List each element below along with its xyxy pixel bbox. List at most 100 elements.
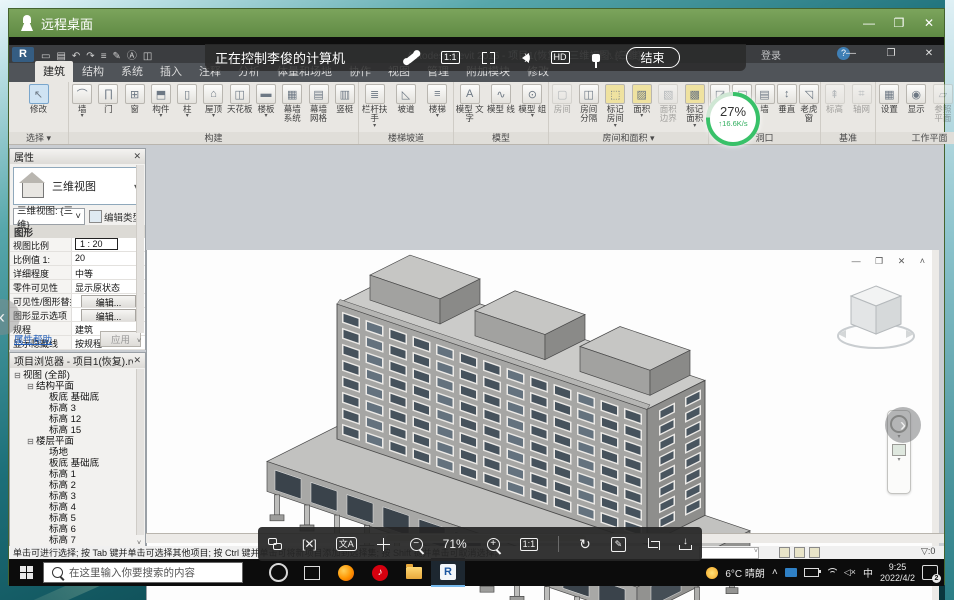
volume-muted-icon[interactable]: ◁× — [844, 567, 856, 578]
zoom-out-button[interactable]: − — [410, 538, 423, 551]
chevron-down-icon[interactable]: ▾ — [373, 124, 376, 128]
ribbon-button-楼梯[interactable]: ≡楼梯▾ — [422, 84, 453, 118]
chevron-down-icon[interactable]: ▾ — [640, 114, 643, 118]
ribbon-button-垂直[interactable]: ↕垂直 — [776, 84, 798, 114]
instance-selector[interactable]: 三维视图: {三维} ˅ — [13, 208, 85, 225]
ribbon-button-设置[interactable]: ▦设置 — [876, 84, 903, 114]
revit-close-button[interactable]: ✕ — [916, 46, 942, 62]
audio-button[interactable] — [517, 53, 529, 63]
ribbon-button-幕墙系统[interactable]: ▦幕墙 系统 — [279, 84, 305, 124]
chevron-down-icon[interactable]: ▾ — [186, 114, 189, 118]
property-value[interactable]: 显示原状态 — [72, 280, 145, 293]
clock[interactable]: 9:252022/4/2 — [880, 562, 915, 583]
ribbon-button-显示[interactable]: ◉显示 — [903, 84, 930, 114]
property-row[interactable]: 视图比例1 : 20 — [10, 238, 145, 252]
ribbon-button-墙[interactable]: ⌒墙▾ — [69, 84, 95, 118]
ribbon-button-柱[interactable]: ▯柱▾ — [174, 84, 200, 118]
qat-icon[interactable]: ↶ — [72, 51, 80, 62]
quick-access-toolbar[interactable]: ▭▤↶↷≡✎Ⓐ◫ — [38, 47, 155, 62]
ribbon-button-房间分隔[interactable]: ◫房间 分隔 — [576, 84, 603, 124]
tree-item[interactable]: 标高 5 — [12, 513, 145, 524]
window-minimize-button[interactable]: — — [854, 9, 884, 37]
chevron-down-icon[interactable]: ▾ — [897, 456, 900, 463]
property-value[interactable]: 1 : 20 — [72, 238, 145, 251]
ribbon-tab-结构[interactable]: 结构 — [74, 61, 112, 82]
ribbon-button-模型组[interactable]: ⊙模型 组▾ — [517, 84, 548, 118]
ribbon-button-楼板[interactable]: ▬楼板▾ — [253, 84, 279, 118]
qat-icon[interactable]: ▤ — [56, 51, 65, 62]
tree-item[interactable]: 场地 — [12, 447, 145, 458]
window-maximize-button[interactable]: ❐ — [884, 9, 914, 37]
property-value[interactable]: 编辑... — [72, 294, 145, 307]
window-close-button[interactable]: ✕ — [914, 9, 944, 37]
ribbon-button-栏杆扶手[interactable]: ≣栏杆扶手▾ — [359, 84, 390, 128]
speed-badge[interactable]: 27% ↑16.6K/s — [706, 92, 760, 146]
save-button[interactable]: ↓ — [679, 538, 692, 550]
project-browser-header[interactable]: 项目浏览器 - 项目1(恢复).rvt ✕ — [10, 353, 145, 368]
music-app-button[interactable]: ♪ — [363, 559, 397, 586]
chevron-down-icon[interactable]: ▾ — [81, 114, 84, 118]
type-selector[interactable]: 三维视图 ▾ — [13, 167, 142, 205]
extract-text-button[interactable]: [✕] — [302, 537, 316, 551]
section-graphics[interactable]: 图形 ˄ — [10, 225, 145, 238]
tree-item[interactable]: 标高 2 — [12, 480, 145, 491]
rotate-button[interactable]: ↻ — [579, 536, 591, 553]
hd-button[interactable]: HD — [551, 51, 570, 64]
design-option-combo[interactable]: ˅ — [699, 547, 759, 559]
start-button[interactable] — [9, 559, 43, 586]
edit-button[interactable]: ✎ — [611, 537, 626, 552]
ribbon-button-参照平面[interactable]: ▱参照 平面 — [930, 84, 954, 124]
apply-button[interactable]: 应用 — [100, 331, 141, 347]
properties-header[interactable]: 属性 ✕ — [10, 149, 145, 164]
tray-expand-icon[interactable]: ˄ — [772, 567, 778, 578]
battery-icon[interactable] — [804, 568, 819, 577]
tree-item[interactable]: 板底 基础底 — [12, 392, 145, 403]
view-window-controls[interactable]: — ❐ ✕ ˄ — [852, 256, 931, 267]
ribbon-button-幕墙网格[interactable]: ▤幕墙 网格 — [305, 84, 331, 124]
chevron-down-icon[interactable]: ▾ — [531, 114, 534, 118]
signin-label[interactable]: 登录 — [761, 47, 781, 62]
browser-scrollbar[interactable] — [136, 369, 144, 535]
ribbon-button-修改[interactable]: ↖修改 — [9, 84, 68, 114]
ribbon-button-标记面积[interactable]: ▩标记 面积▾ — [682, 84, 709, 128]
taskbar-search[interactable]: 在这里输入你要搜索的内容 — [43, 562, 243, 583]
ribbon-button-面积[interactable]: ▨面积▾ — [629, 84, 656, 118]
actual-size-button[interactable]: 1:1 — [520, 538, 539, 551]
tree-item[interactable]: ⊟结构平面 — [12, 381, 145, 392]
property-row[interactable]: 比例值 1:20 — [10, 252, 145, 266]
tree-item[interactable]: 板底 基础底 — [12, 458, 145, 469]
revit-minimize-button[interactable]: — — [838, 46, 864, 62]
property-row[interactable]: 图形显示选项编辑... — [10, 308, 145, 322]
end-control-button[interactable]: 结束 — [626, 47, 680, 68]
revit-taskbar-button[interactable]: R — [431, 558, 465, 587]
fullscreen-button[interactable] — [482, 52, 495, 64]
property-row[interactable]: 详细程度中等 — [10, 266, 145, 280]
qat-icon[interactable]: ▭ — [41, 51, 50, 62]
tree-item[interactable]: 标高 4 — [12, 502, 145, 513]
ribbon-button-标记房间[interactable]: ⬚标记 房间▾ — [602, 84, 629, 128]
zoom-region-icon[interactable] — [892, 444, 906, 456]
fit-window-button[interactable] — [377, 538, 390, 551]
properties-help-link[interactable]: 属性帮助 — [14, 332, 52, 346]
screencast-icon[interactable] — [785, 568, 797, 577]
qat-icon[interactable]: ↷ — [86, 51, 94, 62]
close-icon[interactable]: ✕ — [133, 151, 141, 162]
property-value[interactable]: 中等 — [72, 266, 145, 279]
ribbon-button-天花板[interactable]: ◫天花板 — [227, 84, 253, 114]
next-page-chevron[interactable]: › — [885, 407, 921, 443]
tree-item[interactable]: 标高 7 — [12, 535, 145, 546]
selection-filter[interactable]: ▽:0 — [921, 546, 935, 557]
tree-item[interactable]: 标高 1 — [12, 469, 145, 480]
ime-indicator[interactable]: 中 — [863, 565, 873, 580]
chevron-down-icon[interactable]: ▾ — [693, 124, 696, 128]
tree-collapse-icon[interactable]: ⊟ — [27, 436, 36, 447]
ribbon-tab-插入[interactable]: 插入 — [152, 61, 190, 82]
properties-scrollbar[interactable] — [136, 165, 144, 333]
ribbon-button-房间[interactable]: ▢房间 — [549, 84, 576, 114]
chevron-down-icon[interactable]: ▾ — [159, 114, 162, 118]
ribbon-button-竖梃[interactable]: ▥竖梃 — [332, 84, 358, 114]
tree-item[interactable]: 标高 12 — [12, 414, 145, 425]
chevron-down-icon[interactable]: ▾ — [614, 124, 617, 128]
ribbon-button-坡道[interactable]: ◺坡道 — [390, 84, 421, 114]
qat-icon[interactable]: ≡ — [101, 51, 107, 62]
